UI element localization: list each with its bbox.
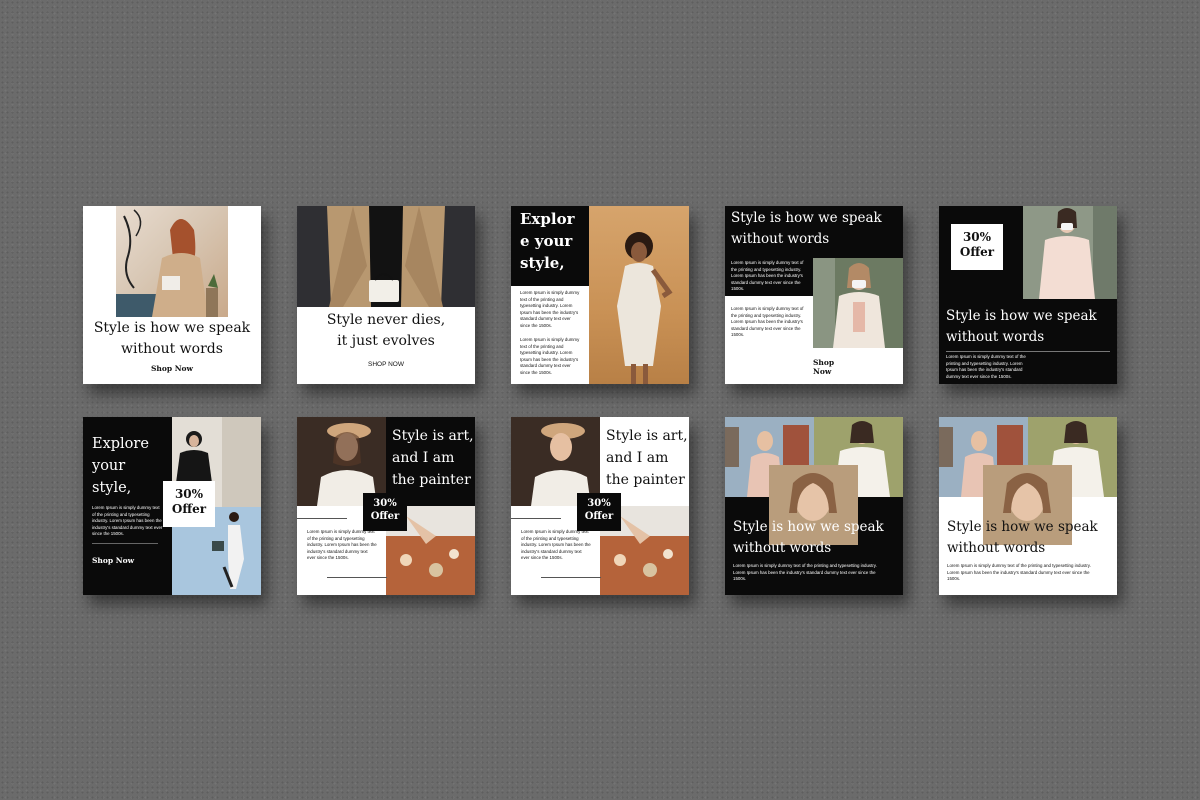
- body-paragraph-2: Lorem Ipsum is simply dummy text of the …: [520, 337, 580, 375]
- divider-bottom: [327, 577, 387, 578]
- body-paragraph: Lorem Ipsum is simply dummy text of the …: [733, 563, 877, 582]
- divider: [297, 518, 347, 519]
- card-heading: Style is art, and I am the painter: [392, 428, 474, 488]
- shop-now-button[interactable]: Shop Now: [83, 364, 261, 373]
- shop-now-button[interactable]: Shop Now: [813, 358, 848, 376]
- body-paragraph-1: Lorem Ipsum is simply dummy text of the …: [520, 290, 580, 328]
- body-paragraph: Lorem Ipsum is simply dummy text of the …: [92, 505, 163, 537]
- body-paragraph: Lorem Ipsum is simply dummy text of the …: [946, 354, 1026, 379]
- divider-bottom: [541, 577, 601, 578]
- body-paragraph-2: Lorem Ipsum is simply dummy text of the …: [731, 306, 804, 338]
- photo-woman-face-mask: [813, 258, 903, 348]
- divider: [946, 351, 1110, 352]
- offer-text: 30% Offer: [370, 498, 400, 522]
- template-card-10[interactable]: Style is how we speak without words Lore…: [939, 417, 1117, 595]
- divider: [511, 518, 561, 519]
- template-card-6[interactable]: Explore your style, Lorem Ipsum is simpl…: [83, 417, 261, 595]
- photo-woman-beige-coat: [116, 206, 228, 317]
- template-card-5[interactable]: 30% Offer Style is how we speak without …: [939, 206, 1117, 384]
- body-paragraph: Lorem Ipsum is simply dummy text of the …: [947, 563, 1091, 582]
- card-heading: Style is how we speak without words: [946, 308, 1097, 345]
- photo-woman-white-dress: [589, 206, 689, 384]
- body-paragraph: Lorem Ipsum is simply dummy text of the …: [521, 529, 591, 561]
- card-heading: Style is how we speak without words: [731, 210, 882, 247]
- photo-trench-coat-handbag: [297, 206, 475, 307]
- template-card-3[interactable]: Explor e your style, Lorem Ipsum is simp…: [511, 206, 689, 384]
- shop-now-button[interactable]: SHOP NOW: [297, 361, 475, 368]
- card-heading: Style is how we speak without words: [733, 519, 884, 556]
- template-card-4[interactable]: Style is how we speak without words Lore…: [725, 206, 903, 384]
- offer-text: 30% Offer: [171, 487, 207, 516]
- template-card-1[interactable]: Style is how we speak without words Shop…: [83, 206, 261, 384]
- divider: [92, 543, 158, 544]
- template-card-8[interactable]: Style is art, and I am the painter Lorem…: [511, 417, 689, 595]
- card-heading: Style is how we speak without words: [93, 320, 251, 357]
- template-card-2[interactable]: Style never dies, it just evolves SHOP N…: [297, 206, 475, 384]
- offer-text: 30% Offer: [959, 230, 995, 259]
- card-heading: Style never dies, it just evolves: [326, 312, 446, 349]
- template-card-9[interactable]: Style is how we speak without words Lore…: [725, 417, 903, 595]
- body-paragraph: Lorem Ipsum is simply dummy text of the …: [307, 529, 377, 561]
- card-heading: Style is how we speak without words: [947, 519, 1098, 556]
- body-paragraph-1: Lorem Ipsum is simply dummy text of the …: [731, 260, 804, 292]
- shop-now-button[interactable]: Shop Now: [92, 556, 134, 565]
- card-heading: Style is art, and I am the painter: [606, 428, 688, 488]
- photo-woman-pink-jacket: [1023, 206, 1117, 299]
- card-heading: Explor e your style,: [520, 210, 575, 272]
- offer-text: 30% Offer: [584, 498, 614, 522]
- template-card-7[interactable]: Style is art, and I am the painter Lorem…: [297, 417, 475, 595]
- card-heading: Explore your style,: [92, 436, 149, 496]
